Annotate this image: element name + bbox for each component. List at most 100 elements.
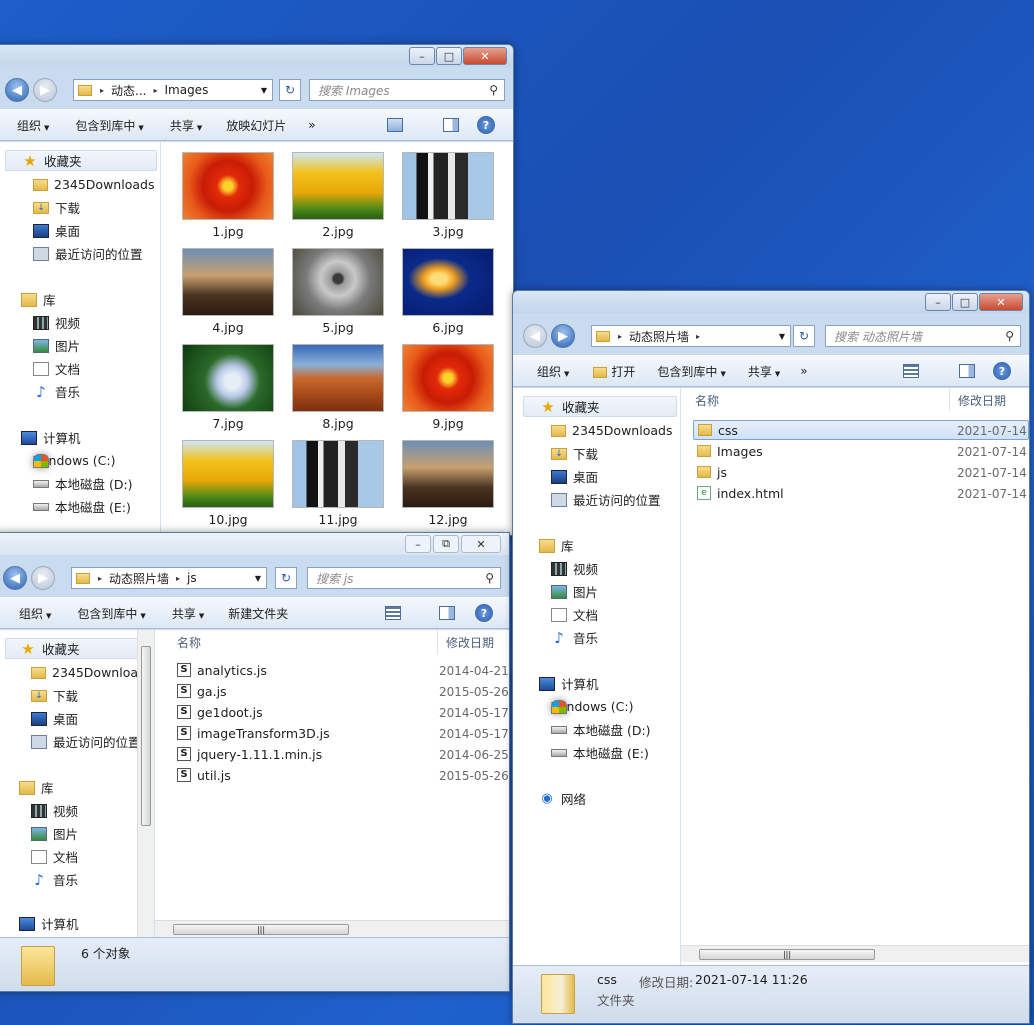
nav-documents[interactable]: 文档 (33, 358, 80, 379)
view-options-icon[interactable] (387, 118, 403, 132)
thumbnail-label[interactable]: 5.jpg (292, 320, 384, 335)
forward-button[interactable]: ▶ (551, 324, 575, 348)
minimize-button[interactable]: – (405, 535, 431, 553)
nav-pictures[interactable]: 图片 (33, 335, 80, 356)
file-row[interactable]: Sjquery-1.11.1.min.js (177, 744, 322, 764)
nav-libraries[interactable]: 库 (539, 535, 574, 556)
thumbnail-label[interactable]: 7.jpg (182, 416, 274, 431)
nav-downloads[interactable]: ↓ 下载 (551, 443, 598, 464)
help-icon[interactable]: ? (475, 604, 493, 622)
column-header-name[interactable]: 名称 (695, 388, 719, 412)
thumbnail-image[interactable] (402, 440, 494, 508)
slideshow-button[interactable]: 放映幻灯片 (218, 117, 294, 134)
share-menu[interactable]: 共享 ▼ (164, 605, 212, 622)
nav-drive-d[interactable]: 本地磁盘 (D:) (33, 473, 133, 494)
minimize-button[interactable]: – (409, 47, 435, 65)
address-bar[interactable]: ▸ 动态照片墙 ▸ ▼ (591, 325, 791, 347)
preview-pane-icon[interactable] (959, 364, 975, 378)
refresh-button[interactable]: ↻ (275, 567, 297, 589)
search-input[interactable]: 搜索 动态照片墙 ⚲ (825, 325, 1021, 347)
include-in-library-menu[interactable]: 包含到库中 ▼ (67, 117, 151, 134)
preview-pane-icon[interactable] (443, 118, 459, 132)
thumbnail-image[interactable] (292, 344, 384, 412)
thumbnail-label[interactable]: 10.jpg (182, 512, 274, 527)
thumbnail-image[interactable] (402, 248, 494, 316)
nav-desktop[interactable]: 桌面 (551, 466, 598, 487)
close-button[interactable]: ✕ (979, 293, 1023, 311)
nav-computer[interactable]: 计算机 (539, 673, 599, 694)
thumbnail-label[interactable]: 4.jpg (182, 320, 274, 335)
nav-music[interactable]: ♪ 音乐 (33, 381, 80, 402)
more-commands-button[interactable]: » (300, 118, 323, 132)
thumbnail-image[interactable] (182, 152, 274, 220)
nav-network[interactable]: ◉ 网络 (539, 788, 586, 809)
thumbnail-label[interactable]: 6.jpg (402, 320, 494, 335)
back-button[interactable]: ◀ (5, 78, 29, 102)
nav-videos[interactable]: 视频 (31, 800, 78, 821)
restore-button[interactable]: ⧉ (433, 535, 459, 553)
nav-drive-e[interactable]: 本地磁盘 (E:) (551, 742, 649, 763)
new-folder-button[interactable]: 新建文件夹 (220, 605, 296, 622)
preview-pane-icon[interactable] (439, 606, 455, 620)
breadcrumb-segment[interactable]: js (182, 571, 202, 585)
scrollbar-thumb[interactable]: ||| (173, 924, 349, 935)
nav-recent-places[interactable]: 最近访问的位置 (33, 243, 143, 264)
column-header-date[interactable]: 修改日期 (949, 388, 1006, 412)
include-in-library-menu[interactable]: 包含到库中 ▼ (69, 605, 153, 622)
nav-2345downloads[interactable]: 2345Downloads (31, 662, 152, 683)
thumbnail-label[interactable]: 9.jpg (402, 416, 494, 431)
thumbnail-image[interactable] (292, 248, 384, 316)
thumbnail-image[interactable] (182, 440, 274, 508)
scrollbar-thumb[interactable]: ||| (699, 949, 875, 960)
nav-favorites[interactable]: ★ 收藏夹 (523, 396, 677, 417)
refresh-button[interactable]: ↻ (793, 325, 815, 347)
nav-pictures[interactable]: 图片 (31, 823, 78, 844)
nav-favorites[interactable]: ★ 收藏夹 (5, 150, 157, 171)
thumbnail-image[interactable] (402, 152, 494, 220)
thumbnail-label[interactable]: 3.jpg (402, 224, 494, 239)
nav-videos[interactable]: 视频 (33, 312, 80, 333)
nav-2345downloads[interactable]: 2345Downloads (551, 420, 672, 441)
nav-recent-places[interactable]: 最近访问的位置 (31, 731, 141, 752)
organize-menu[interactable]: 组织 ▼ (9, 117, 57, 134)
thumbnail-label[interactable]: 8.jpg (292, 416, 384, 431)
chevron-down-icon[interactable]: ▼ (774, 332, 790, 341)
view-options-icon[interactable] (385, 606, 401, 620)
nav-libraries[interactable]: 库 (21, 289, 56, 310)
search-input[interactable]: 搜索 js ⚲ (307, 567, 501, 589)
nav-drive-e[interactable]: 本地磁盘 (E:) (33, 496, 131, 517)
column-header-name[interactable]: 名称 (177, 630, 201, 654)
file-row[interactable]: Sga.js (177, 681, 227, 701)
help-icon[interactable]: ? (993, 362, 1011, 380)
open-button[interactable]: 打开 (585, 363, 643, 380)
file-row[interactable]: e index.html (697, 483, 784, 503)
thumbnail-image[interactable] (182, 344, 274, 412)
breadcrumb-segment[interactable]: 动态照片墙 (624, 328, 694, 345)
thumbnail-image[interactable] (292, 440, 384, 508)
breadcrumb-segment[interactable]: 动态照片墙 (104, 570, 174, 587)
nav-computer[interactable]: 计算机 (21, 427, 81, 448)
nav-videos[interactable]: 视频 (551, 558, 598, 579)
organize-menu[interactable]: 组织 ▼ (11, 605, 59, 622)
view-options-icon[interactable] (903, 364, 919, 378)
file-row[interactable]: js (697, 462, 727, 482)
forward-button[interactable]: ▶ (31, 566, 55, 590)
address-bar[interactable]: ▸ 动态... ▸ Images ▼ (73, 79, 273, 101)
share-menu[interactable]: 共享 ▼ (162, 117, 210, 134)
nav-drive-c[interactable]: Windows (C:) (33, 450, 115, 471)
thumbnail-label[interactable]: 2.jpg (292, 224, 384, 239)
nav-drive-c[interactable]: Windows (C:) (551, 696, 633, 717)
breadcrumb-segment[interactable]: Images (159, 83, 213, 97)
nav-recent-places[interactable]: 最近访问的位置 (551, 489, 661, 510)
forward-button[interactable]: ▶ (33, 78, 57, 102)
nav-documents[interactable]: 文档 (551, 604, 598, 625)
nav-downloads[interactable]: ↓ 下载 (31, 685, 78, 706)
thumbnail-image[interactable] (292, 152, 384, 220)
nav-computer[interactable]: 计算机 (19, 913, 79, 934)
thumbnail-label[interactable]: 1.jpg (182, 224, 274, 239)
maximize-button[interactable]: □ (436, 47, 462, 65)
maximize-button[interactable]: □ (952, 293, 978, 311)
file-row[interactable]: Sutil.js (177, 765, 231, 785)
thumbnail-label[interactable]: 12.jpg (402, 512, 494, 527)
nav-pictures[interactable]: 图片 (551, 581, 598, 602)
